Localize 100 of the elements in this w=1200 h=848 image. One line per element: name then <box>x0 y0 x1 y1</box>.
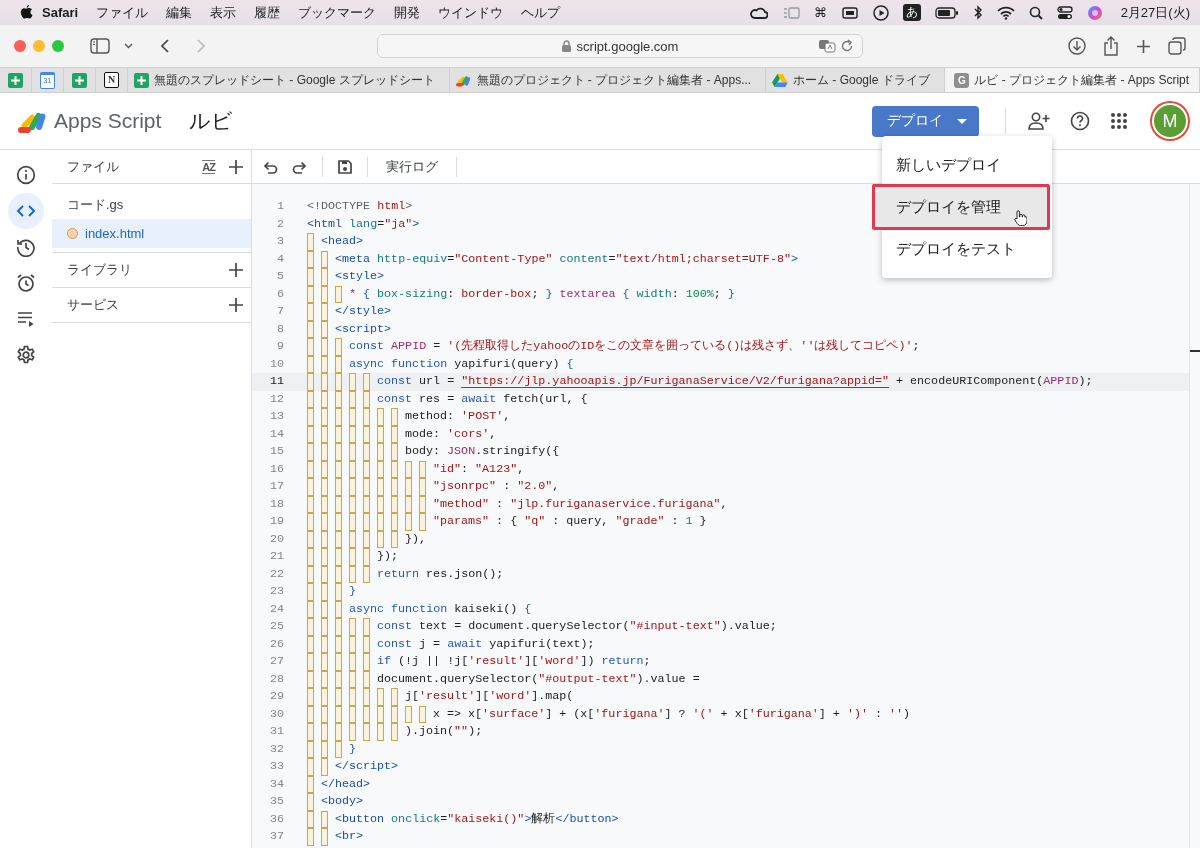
menu-item[interactable]: ヘルプ <box>512 3 570 22</box>
menu-item[interactable]: ブックマーク <box>289 3 386 22</box>
chevron-down-icon[interactable] <box>124 43 133 49</box>
back-icon[interactable] <box>159 38 171 54</box>
code-line[interactable]: * { box-sizing: border-box; } textarea { width: 100%; } <box>349 285 735 303</box>
code-line[interactable]: "params" : { "q" : query, "grade" : 1 } <box>433 513 707 531</box>
code-line[interactable]: const APPID = '(先程取得したyahooのIDをこの文章を囲っている()は残さず、''は残してコピペ)'; <box>349 338 920 356</box>
code-line[interactable]: </head> <box>321 775 371 793</box>
undo-icon[interactable] <box>262 159 278 174</box>
menu-item[interactable]: デプロイをテスト <box>882 228 1052 270</box>
run-list-icon[interactable] <box>16 309 36 329</box>
code-line[interactable]: <body> <box>321 793 364 811</box>
sidebar-icon[interactable] <box>90 38 110 54</box>
code-line[interactable]: if (!j || !j['result']['word']) return; <box>377 653 651 671</box>
menu-item[interactable]: 編集 <box>157 3 202 22</box>
new-tab-icon[interactable] <box>1136 38 1151 54</box>
code-line[interactable]: const j = await yapifuri(text); <box>377 635 595 653</box>
input-mode-indicator[interactable]: あ <box>902 4 921 21</box>
code-line[interactable]: body: JSON.stringify({ <box>405 443 560 461</box>
menu-item[interactable]: ウインドウ <box>429 3 513 22</box>
wifi-icon[interactable] <box>996 5 1015 20</box>
control-center-icon[interactable] <box>1056 5 1073 20</box>
file-item[interactable]: コード.gs <box>52 190 251 219</box>
bluetooth-icon[interactable] <box>972 5 983 20</box>
menu-item[interactable]: 開発 <box>385 3 430 22</box>
code-line[interactable]: <meta http-equiv="Content-Type" content="text/html;charset=UTF-8"> <box>335 250 798 268</box>
battery-icon[interactable] <box>934 6 959 19</box>
code-line[interactable]: async function yapifuri(query) { <box>349 355 574 373</box>
browser-tab[interactable]: 無題のスプレッドシート - Google スプレッドシート <box>128 68 450 92</box>
code-line[interactable]: <style> <box>335 268 385 286</box>
code-line[interactable]: document.querySelector("#output-text").value = <box>377 670 700 688</box>
menu-item[interactable]: デプロイを管理 <box>872 184 1050 230</box>
code-line[interactable]: }), <box>405 530 427 548</box>
code-line[interactable]: <br> <box>335 828 364 846</box>
menu-item[interactable]: 表示 <box>201 3 246 22</box>
plus-icon[interactable] <box>229 159 243 174</box>
menu-item[interactable]: 履歴 <box>245 3 290 22</box>
code-line[interactable]: method: 'POST', <box>405 408 511 426</box>
tab-overview-icon[interactable] <box>1168 37 1186 55</box>
code-line[interactable]: } <box>349 740 356 758</box>
plus-icon[interactable] <box>229 298 243 312</box>
address-field[interactable]: script.google.com <box>377 34 863 58</box>
info-icon[interactable] <box>16 165 36 185</box>
settings-icon[interactable] <box>16 345 36 365</box>
section-title[interactable]: サービス <box>67 296 229 314</box>
reload-icon[interactable] <box>840 39 854 53</box>
code-line[interactable]: <head> <box>321 233 364 251</box>
save-icon[interactable] <box>337 158 353 175</box>
sort-button[interactable]: AZ <box>202 159 215 174</box>
code-line[interactable]: } <box>349 583 356 601</box>
search-icon[interactable] <box>1028 5 1043 20</box>
apps-grid-icon[interactable] <box>1110 112 1128 130</box>
menu-item[interactable]: ファイル <box>87 3 158 22</box>
browser-tab[interactable]: 無題のプロジェクト - プロジェクト編集者 - Apps... <box>449 68 766 92</box>
play-icon[interactable] <box>872 4 889 21</box>
add-person-icon[interactable] <box>1028 112 1050 130</box>
browser-tab[interactable]: ホーム - Google ドライブ <box>766 68 945 92</box>
code-line[interactable]: "method" : "jlp.furiganaservice.furigana", <box>433 495 728 513</box>
plus-icon[interactable] <box>229 263 243 277</box>
browser-tab[interactable]: G ルビ - プロジェクト編集者 - Apps Script <box>944 68 1200 92</box>
code-line[interactable]: <button onclick="kaiseki()">解析</button> <box>335 810 619 828</box>
execution-log-button[interactable]: 実行ログ <box>382 157 442 176</box>
code-line[interactable]: const res = await fetch(url, { <box>377 390 588 408</box>
code-line[interactable]: x => x['surface'] + (x['furigana'] ? '(' + x['furigana'] + ')' : '') <box>433 705 910 723</box>
code-line[interactable]: </style> <box>335 303 392 321</box>
code-line[interactable]: }); <box>377 548 399 566</box>
pinned-tab[interactable]: N <box>96 68 128 92</box>
menu-item[interactable]: 新しいデプロイ <box>882 144 1052 186</box>
code-line[interactable]: "id": "A123", <box>433 460 525 478</box>
code-line[interactable]: </script> <box>335 758 399 776</box>
code-line[interactable]: const text = document.querySelector("#input-text").value; <box>377 618 777 636</box>
help-icon[interactable] <box>1070 111 1090 131</box>
code-line[interactable]: ).join(""); <box>405 723 483 741</box>
section-title[interactable]: ライブラリ <box>67 261 229 279</box>
file-item[interactable]: index.html <box>52 219 251 248</box>
code-line[interactable]: mode: 'cors', <box>405 425 497 443</box>
siri-icon[interactable] <box>1086 4 1103 21</box>
command-icon[interactable]: ⌘ <box>813 5 827 20</box>
download-icon[interactable] <box>1068 37 1086 55</box>
window-icon[interactable] <box>840 5 859 20</box>
code-line[interactable]: <!DOCTYPE html> <box>307 198 413 216</box>
code-line[interactable]: "jsonrpc" : "2.0", <box>433 478 560 496</box>
code-line[interactable]: <html lang="ja"> <box>307 215 420 233</box>
rail-button[interactable] <box>8 193 44 229</box>
redo-icon[interactable] <box>292 159 308 174</box>
translate-icon[interactable] <box>818 39 836 53</box>
close-window-button[interactable] <box>14 40 26 52</box>
alarm-clock-icon[interactable] <box>16 273 36 293</box>
apple-icon[interactable] <box>20 5 33 20</box>
project-title[interactable]: ルビ <box>189 107 234 135</box>
share-icon[interactable] <box>1103 36 1119 56</box>
history-icon[interactable] <box>16 237 36 257</box>
code-line[interactable]: return res.json(); <box>377 565 504 583</box>
code-line[interactable]: <script> <box>335 320 392 338</box>
app-menu[interactable]: Safari <box>33 5 88 20</box>
code-line[interactable]: const url = "https://jlp.yahooapis.jp/FuriganaService/V2/furigana?appid=" + encodeURIComponent(APPID); <box>377 373 1093 391</box>
deploy-button[interactable]: デプロイ <box>872 105 979 137</box>
creative-cloud-icon[interactable] <box>749 5 768 20</box>
code-line[interactable]: j['result']['word'].map( <box>405 688 574 706</box>
code-line[interactable]: async function kaiseki() { <box>349 600 532 618</box>
